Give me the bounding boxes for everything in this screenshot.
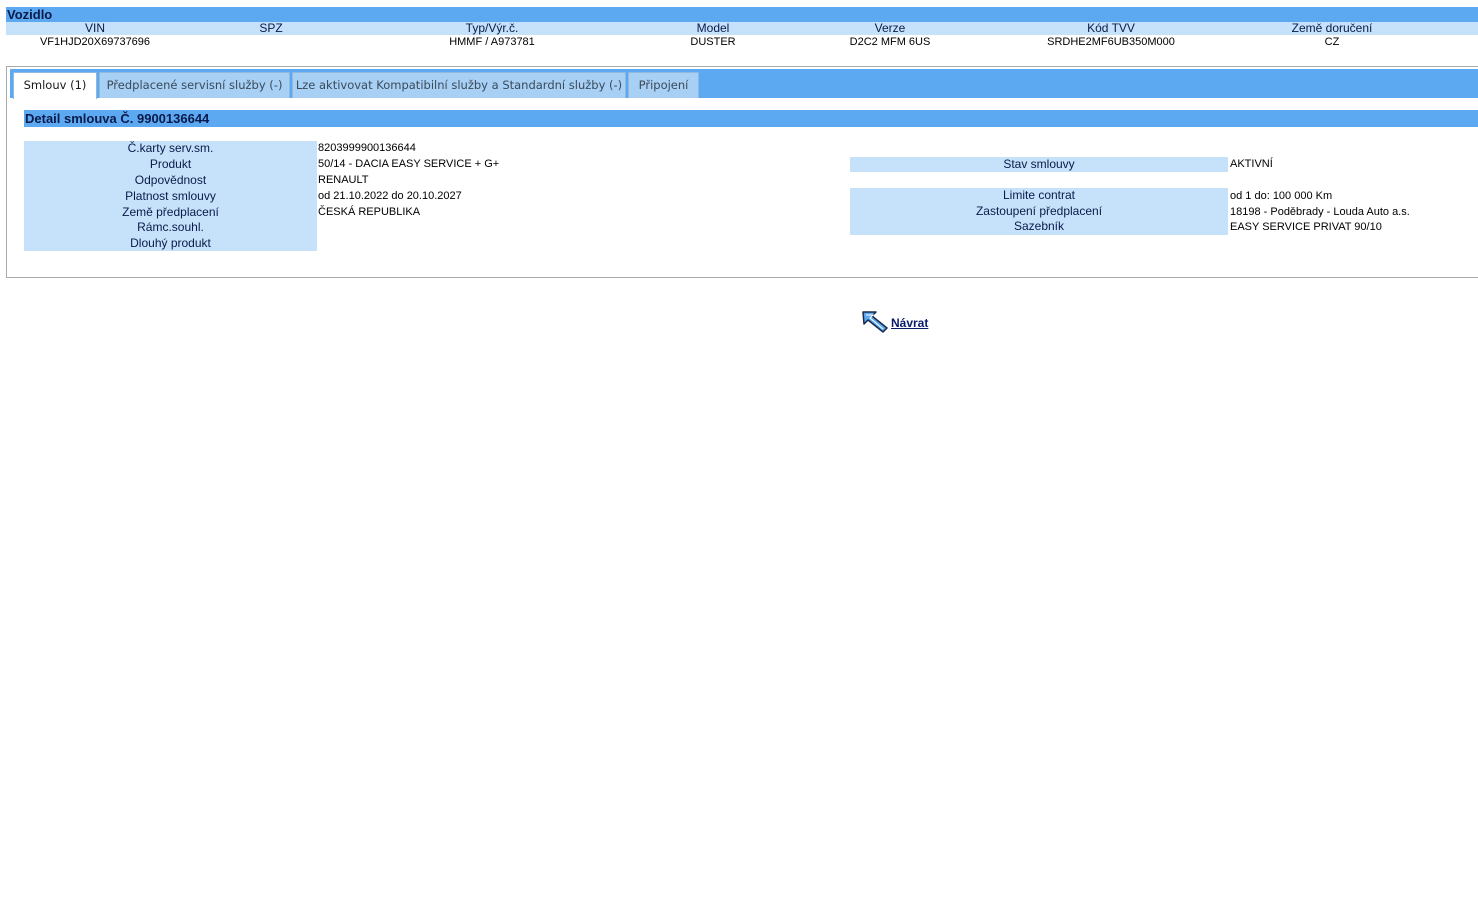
label-responsibility: Odpovědnost (134, 173, 207, 187)
col-header-spz: SPZ (259, 21, 283, 35)
tab-connection[interactable]: Připojení (628, 72, 699, 98)
vehicle-table-header: VIN SPZ Typ/Výr.č. Model Verze Kód TVV Z… (6, 22, 1478, 35)
label-validity: Platnost smlouvy (125, 189, 216, 203)
vin-value: VF1HJD20X69737696 (39, 36, 151, 48)
version-value: D2C2 MFM 6US (849, 36, 931, 48)
value-validity: od 21.10.2022 do 20.10.2027 (318, 190, 462, 202)
value-prepaid-representation: 18198 - Poděbrady - Louda Auto a.s. (1230, 206, 1410, 218)
label-prepaid-country: Země předplacení (122, 205, 219, 219)
label-prepaid-representation: Zastoupení předplacení (975, 204, 1103, 218)
contract-detail-title: Detail smlouva Č. 9900136644 (24, 110, 1478, 127)
vehicle-table-row: VF1HJD20X69737696 HMMF / A973781 DUSTER … (6, 35, 1478, 49)
vehicle-section-title: Vozidlo (6, 7, 1478, 22)
tab-prepaid-services[interactable]: Předplacené servisní služby (-) (99, 72, 290, 98)
type-value: HMMF / A973781 (449, 36, 535, 48)
label-card-number: Č.karty serv.sm. (127, 141, 214, 155)
back-link-container[interactable]: Návrat (861, 309, 928, 338)
label-contract-limit: Limite contrat (1002, 188, 1076, 202)
value-product: 50/14 - DACIA EASY SERVICE + G+ (318, 158, 500, 170)
back-link[interactable]: Návrat (891, 316, 928, 330)
delivery-country-value: CZ (1324, 36, 1340, 48)
back-arrow-icon[interactable] (861, 309, 889, 338)
col-header-type: Typ/Výr.č. (465, 21, 519, 35)
col-header-model: Model (696, 21, 730, 35)
value-card-number: 8203999900136644 (318, 142, 416, 154)
value-contract-limit: od 1 do: 100 000 Km (1230, 190, 1333, 202)
label-framework-agreement: Rámc.souhl. (137, 220, 204, 234)
col-header-vin: VIN (84, 21, 106, 35)
tab-contracts[interactable]: Smlouv (1) (13, 72, 97, 99)
col-header-tvv-code: Kód TVV (1087, 21, 1135, 35)
col-header-delivery-country: Země doručení (1291, 21, 1373, 35)
right-label-block: Limite contrat Zastoupení předplacení Sa… (850, 188, 1228, 235)
value-tariff: EASY SERVICE PRIVAT 90/10 (1230, 221, 1382, 233)
model-value: DUSTER (690, 36, 736, 48)
label-contract-status: Stav smlouvy (850, 157, 1228, 172)
value-prepaid-country: ČESKÁ REPUBLIKA (318, 206, 421, 218)
tab-activatable-services[interactable]: Lze aktivovat Kompatibilní služby a Stan… (292, 72, 626, 98)
label-long-product: Dlouhý produkt (130, 236, 211, 250)
col-header-version: Verze (874, 21, 906, 35)
value-responsibility: RENAULT (318, 174, 369, 186)
value-contract-status: AKTIVNÍ (1230, 158, 1273, 170)
label-tariff: Sazebník (1013, 219, 1065, 233)
tvv-code-value: SRDHE2MF6UB350M000 (1047, 36, 1175, 48)
label-product: Produkt (149, 157, 192, 171)
